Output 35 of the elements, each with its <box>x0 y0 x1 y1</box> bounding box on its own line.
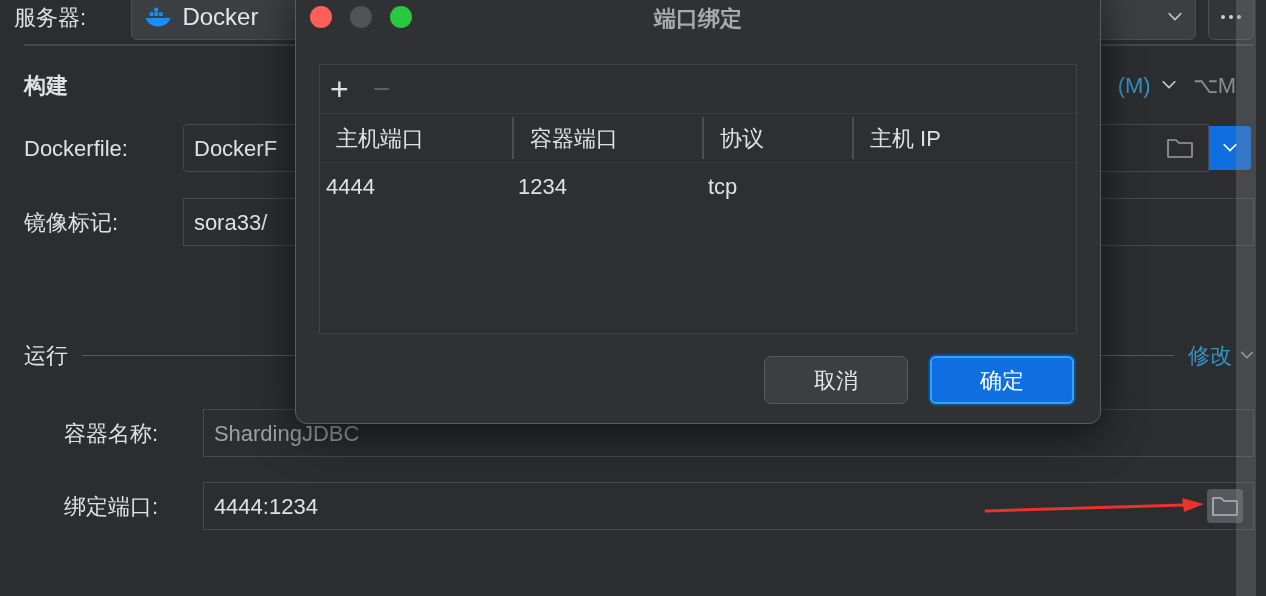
dockerfile-label: Dockerfile: <box>24 134 129 163</box>
port-bindings-field[interactable]: 4444:1234 <box>202 482 1254 530</box>
container-name-label: 容器名称: <box>64 419 160 448</box>
column-header[interactable]: 容器端口 <box>512 117 702 159</box>
build-section-title: 构建 <box>24 71 68 100</box>
dialog-title: 端口绑定 <box>654 4 742 33</box>
column-header[interactable]: 协议 <box>702 117 852 159</box>
add-button[interactable]: + <box>330 73 349 105</box>
minimize-button[interactable] <box>350 6 372 28</box>
table-cell-text: tcp <box>708 172 738 201</box>
table-cell-text: 1234 <box>518 172 567 201</box>
image-tag-label: 镜像标记: <box>24 208 120 237</box>
more-button[interactable] <box>1208 0 1254 40</box>
server-label: 服务器: <box>14 3 88 32</box>
folder-icon <box>1211 494 1239 518</box>
table-cell-text: 4444 <box>326 172 375 201</box>
folder-icon <box>1166 136 1194 160</box>
chevron-down-icon <box>1167 12 1184 22</box>
column-header[interactable]: 主机 IP <box>852 117 1076 159</box>
column-header[interactable]: 主机端口 <box>320 114 512 162</box>
zoom-button[interactable] <box>390 6 412 28</box>
close-button[interactable] <box>310 6 332 28</box>
shortcut-hint: ⌥M <box>1192 71 1236 100</box>
more-icon <box>1219 14 1244 20</box>
run-section-title: 运行 <box>24 341 68 370</box>
chevron-down-icon <box>1240 350 1254 360</box>
chevron-down-icon <box>1160 80 1177 90</box>
ok-button[interactable]: 确定 <box>930 356 1074 404</box>
chevron-down-icon <box>1222 143 1238 153</box>
browse-button[interactable] <box>1207 489 1243 523</box>
modify-link[interactable]: 修改 <box>1188 338 1232 372</box>
cancel-button[interactable]: 取消 <box>764 356 908 404</box>
port-bindings-label: 绑定端口: <box>64 492 160 521</box>
server-value: Docker <box>182 2 259 32</box>
modify-options-link[interactable]: (M) <box>1117 68 1151 102</box>
